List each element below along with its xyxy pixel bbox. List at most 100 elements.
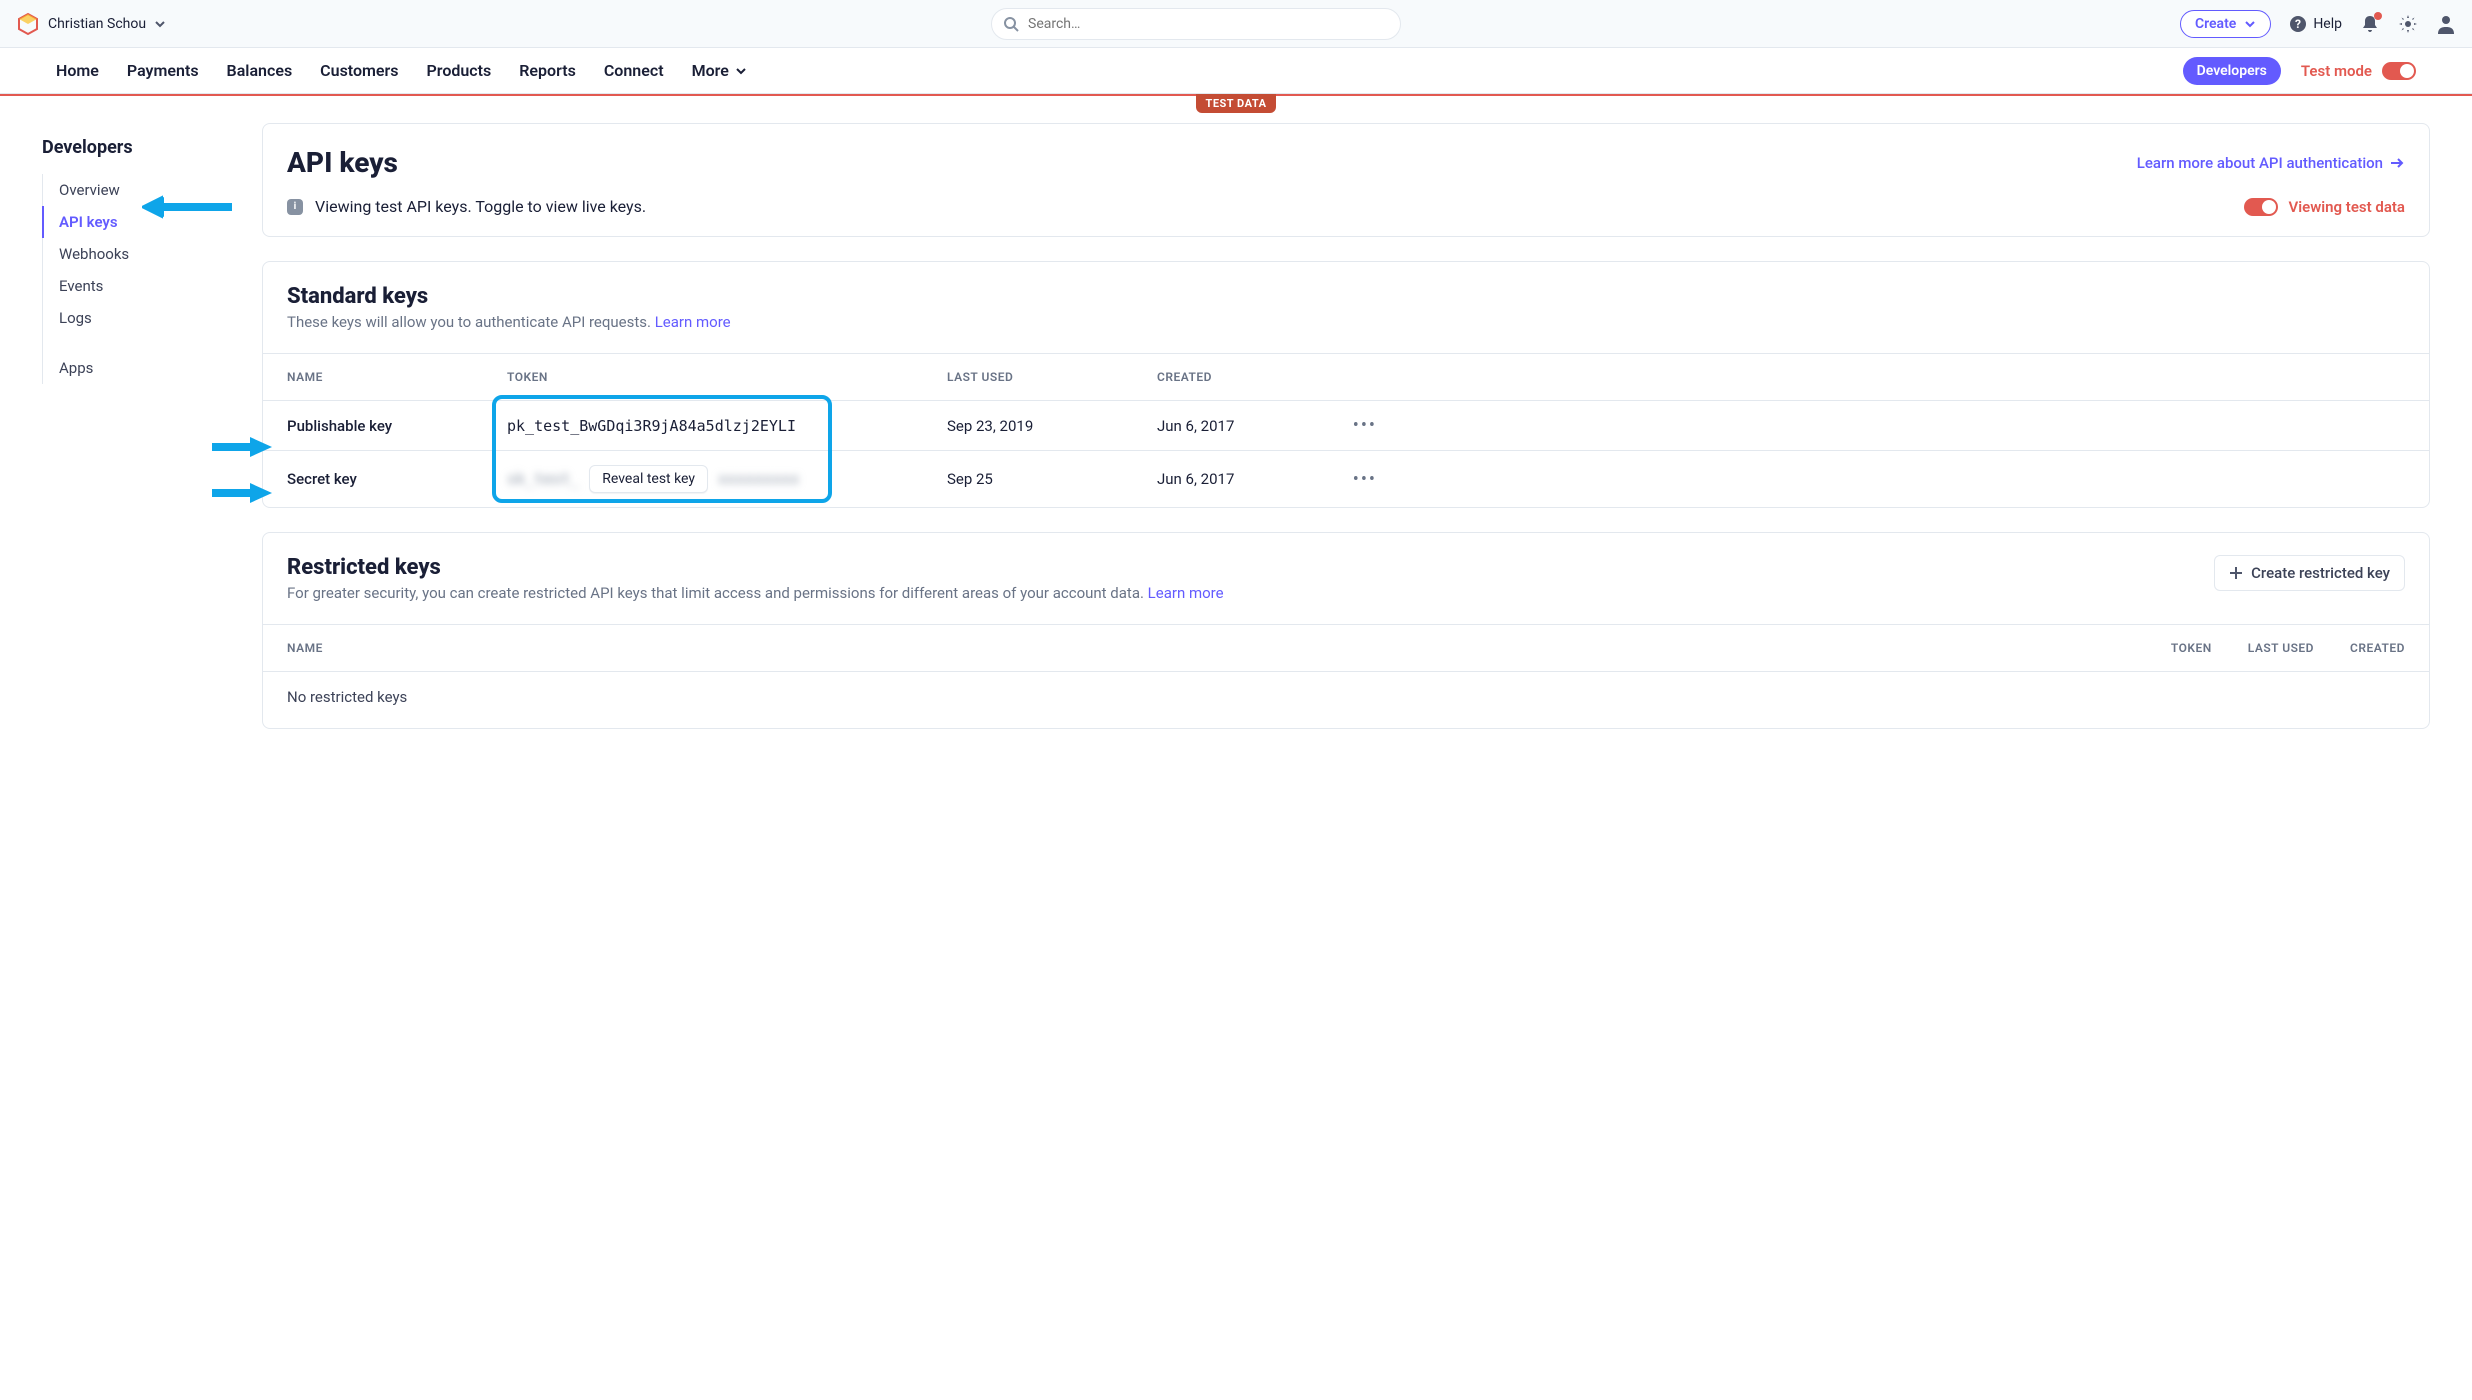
header-card-head: API keys Learn more about API authentica… (263, 124, 2429, 187)
sidebar-item-apps[interactable]: Apps (43, 352, 252, 384)
search-input[interactable] (991, 8, 1401, 40)
help-button[interactable]: ? Help (2289, 15, 2342, 33)
developers-pill[interactable]: Developers (2183, 57, 2281, 85)
sidebar-title: Developers (42, 137, 252, 158)
test-mode-label: Test mode (2301, 62, 2372, 80)
viewing-test-data-toggle-wrap: Viewing test data (2244, 198, 2405, 216)
search-icon (1003, 16, 1019, 32)
content: Developers Overview API keys Webhooks Ev… (0, 113, 2472, 793)
test-mode-toggle[interactable] (2382, 62, 2416, 80)
standard-keys-learn-more-link[interactable]: Learn more (655, 313, 731, 331)
header-card: API keys Learn more about API authentica… (262, 123, 2430, 237)
standard-keys-title: Standard keys (287, 284, 2405, 309)
main-nav-left: Home Payments Balances Customers Product… (56, 61, 747, 80)
profile-button[interactable] (2436, 14, 2456, 34)
restricted-keys-card: Restricted keys For greater security, yo… (262, 532, 2430, 729)
row-actions-button[interactable]: ••• (1337, 469, 1377, 490)
chevron-down-icon (2244, 18, 2256, 30)
sidebar-spacer (43, 334, 252, 352)
nav-item-more-label: More (692, 61, 729, 80)
main: API keys Learn more about API authentica… (262, 123, 2430, 753)
col-token: TOKEN (2171, 641, 2212, 655)
test-data-badge-wrap: TEST DATA (0, 94, 2472, 113)
secret-token-hidden-right: xxxxxxxxx (718, 470, 799, 488)
info-text: Viewing test API keys. Toggle to view li… (315, 197, 646, 216)
page-title: API keys (287, 146, 398, 179)
col-last-used: LAST USED (2248, 641, 2314, 655)
nav-item-home[interactable]: Home (56, 61, 99, 80)
col-token: TOKEN (507, 370, 947, 384)
nav-item-connect[interactable]: Connect (604, 61, 664, 80)
publishable-token[interactable]: pk_test_BwGDqi3R9jA84a5dlzj2EYLI (507, 417, 947, 435)
arrow-right-icon (2389, 155, 2405, 171)
learn-more-auth-link[interactable]: Learn more about API authentication (2137, 154, 2405, 172)
chevron-down-icon (154, 18, 166, 30)
create-button[interactable]: Create (2180, 10, 2271, 38)
restricted-keys-head: Restricted keys For greater security, yo… (263, 533, 2429, 606)
standard-keys-table-header: NAME TOKEN LAST USED CREATED (263, 353, 2429, 400)
svg-text:?: ? (2295, 17, 2301, 31)
settings-button[interactable] (2398, 14, 2418, 34)
viewing-test-data-toggle[interactable] (2244, 198, 2278, 216)
col-actions (1337, 370, 1377, 384)
restricted-keys-learn-more-link[interactable]: Learn more (1148, 584, 1224, 602)
info-icon: i (287, 199, 303, 215)
sidebar-item-webhooks[interactable]: Webhooks (43, 238, 252, 270)
sidebar-item-overview[interactable]: Overview (43, 174, 252, 206)
key-name: Secret key (287, 470, 507, 488)
standard-keys-subtitle-text: These keys will allow you to authenticat… (287, 313, 655, 331)
nav-item-reports[interactable]: Reports (519, 61, 576, 80)
col-name: NAME (287, 370, 507, 384)
col-created: CREATED (2350, 641, 2405, 655)
gear-icon (2398, 14, 2418, 34)
restricted-keys-title: Restricted keys (287, 555, 1224, 580)
topbar-right: Create ? Help (2156, 10, 2456, 38)
create-restricted-label: Create restricted key (2251, 564, 2390, 582)
learn-link-text: Learn more about API authentication (2137, 154, 2383, 172)
chevron-down-icon (735, 65, 747, 77)
standard-keys-head: Standard keys These keys will allow you … (263, 262, 2429, 335)
toggle-knob-icon (2400, 64, 2414, 78)
notification-dot-icon (2374, 12, 2382, 20)
secret-token-wrap: sk_test_ Reveal test key xxxxxxxxx (507, 465, 947, 493)
restricted-keys-subtitle-text: For greater security, you can create res… (287, 584, 1148, 602)
test-mode-toggle-wrap: Test mode (2301, 62, 2416, 80)
secret-token-hidden-left: sk_test_ (507, 470, 579, 488)
key-created: Jun 6, 2017 (1157, 417, 1337, 435)
sidebar-item-events[interactable]: Events (43, 270, 252, 302)
main-nav-right: Developers Test mode (2183, 57, 2416, 85)
col-name: NAME (287, 641, 323, 655)
topbar: Christian Schou Create ? Help (0, 0, 2472, 48)
nav-item-balances[interactable]: Balances (227, 61, 293, 80)
nav-item-customers[interactable]: Customers (320, 61, 398, 80)
topbar-left: Christian Schou (16, 12, 236, 36)
sidebar-item-logs[interactable]: Logs (43, 302, 252, 334)
col-last-used: LAST USED (947, 370, 1157, 384)
account-switcher[interactable]: Christian Schou (16, 12, 166, 36)
toggle-knob-icon (2262, 200, 2276, 214)
key-row-secret: Secret key sk_test_ Reveal test key xxxx… (263, 450, 2429, 507)
restricted-keys-subtitle: For greater security, you can create res… (287, 584, 1224, 602)
create-restricted-key-button[interactable]: Create restricted key (2214, 555, 2405, 591)
restricted-keys-empty: No restricted keys (263, 671, 2429, 728)
restricted-keys-head-text: Restricted keys For greater security, yo… (287, 555, 1224, 602)
nav-item-payments[interactable]: Payments (127, 61, 199, 80)
account-name: Christian Schou (48, 16, 146, 32)
search-wrap (991, 8, 1401, 40)
nav-item-more[interactable]: More (692, 61, 747, 80)
brand-logo-icon (16, 12, 40, 36)
reveal-test-key-button[interactable]: Reveal test key (589, 465, 708, 493)
key-name: Publishable key (287, 417, 507, 435)
help-label: Help (2313, 16, 2342, 32)
row-actions-button[interactable]: ••• (1337, 415, 1377, 436)
col-created: CREATED (1157, 370, 1337, 384)
sidebar-group: Overview API keys Webhooks Events Logs A… (42, 174, 252, 384)
notifications-button[interactable] (2360, 14, 2380, 34)
plus-icon (2229, 566, 2243, 580)
sidebar-item-api-keys[interactable]: API keys (43, 206, 252, 238)
info-row: i Viewing test API keys. Toggle to view … (263, 187, 2429, 236)
key-last-used: Sep 23, 2019 (947, 417, 1157, 435)
create-label: Create (2195, 16, 2236, 32)
main-nav: Home Payments Balances Customers Product… (0, 48, 2472, 94)
nav-item-products[interactable]: Products (427, 61, 492, 80)
